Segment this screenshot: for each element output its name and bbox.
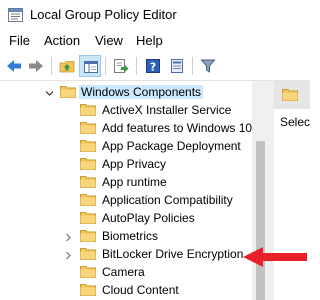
menu-help[interactable]: Help: [136, 33, 163, 48]
folder-icon: [80, 229, 96, 242]
tree-node-label: ActiveX Installer Service: [102, 103, 232, 117]
tree-node-label: AutoPlay Policies: [102, 211, 195, 225]
tree-node-windows-components[interactable]: Windows Components: [0, 83, 252, 101]
tree-node-item[interactable]: Application Compatibility: [0, 191, 252, 209]
show-hide-tree-icon: [84, 61, 98, 73]
show-hide-console-tree-button[interactable]: [79, 55, 101, 77]
folder-icon: [80, 121, 96, 134]
tree-node-label: App Privacy: [102, 157, 167, 171]
folder-icon: [80, 247, 96, 260]
back-button[interactable]: [3, 55, 25, 77]
filter-button[interactable]: [197, 55, 219, 77]
up-folder-icon: [59, 61, 75, 73]
folder-icon: [80, 193, 96, 206]
menu-file[interactable]: File: [9, 33, 30, 48]
export-list-icon: [114, 59, 129, 73]
folder-icon: [80, 103, 96, 116]
expand-chevron-icon[interactable]: [64, 249, 73, 260]
forward-arrow-icon: [29, 60, 43, 72]
annotation-arrow-icon: [243, 247, 307, 267]
tree-node-item[interactable]: BitLocker Drive Encryption: [0, 245, 252, 263]
folder-icon: [80, 157, 96, 170]
tree-node-label: Add features to Windows 10: [102, 121, 252, 135]
title-bar[interactable]: Local Group Policy Editor: [0, 0, 310, 30]
scrollbar-thumb[interactable]: [256, 141, 265, 300]
tree-node-label: Application Compatibility: [102, 193, 233, 207]
export-list-button[interactable]: [110, 55, 132, 77]
folder-icon: [282, 88, 298, 104]
details-instruction-text: Select: [280, 115, 310, 129]
folder-icon: [80, 175, 96, 188]
help-button[interactable]: ?: [142, 55, 164, 77]
properties-icon: [171, 59, 183, 73]
help-icon: ?: [146, 59, 160, 74]
tree-node-item[interactable]: App runtime: [0, 173, 252, 191]
window-title: Local Group Policy Editor: [30, 7, 177, 22]
forward-button[interactable]: [25, 55, 47, 77]
tree-node-label: BitLocker Drive Encryption: [102, 247, 244, 261]
details-header: [274, 81, 310, 109]
collapse-chevron-icon[interactable]: [45, 87, 54, 96]
tree-node-label: Biometrics: [102, 229, 159, 243]
toolbar-separator: [105, 57, 106, 75]
tree-node-label: Camera: [102, 265, 145, 279]
tree-node-item[interactable]: App Package Deployment: [0, 137, 252, 155]
toolbar-separator: [136, 57, 137, 75]
folder-icon: [80, 283, 96, 296]
tree-node-label: Windows Components: [79, 85, 204, 99]
tree-node-item[interactable]: Biometrics: [0, 227, 252, 245]
back-arrow-icon: [7, 60, 21, 72]
tree-node-label: Cloud Content: [102, 283, 179, 297]
tree-node-item[interactable]: Cloud Content: [0, 281, 252, 299]
tree-node-item[interactable]: Camera: [0, 263, 252, 281]
folder-icon: [60, 85, 76, 98]
console-tree[interactable]: Windows Components ActiveX Installer Ser…: [0, 81, 252, 300]
svg-text:?: ?: [150, 61, 156, 74]
tree-node-label: App Package Deployment: [102, 139, 241, 153]
properties-button[interactable]: [166, 55, 188, 77]
tree-node-item[interactable]: AutoPlay Policies: [0, 209, 252, 227]
toolbar-separator: [51, 57, 52, 75]
tree-node-item[interactable]: ActiveX Installer Service: [0, 101, 252, 119]
toolbar: ?: [0, 52, 310, 81]
up-one-level-button[interactable]: [56, 55, 78, 77]
toolbar-separator: [192, 57, 193, 75]
menu-view[interactable]: View: [95, 33, 123, 48]
folder-icon: [80, 139, 96, 152]
menu-action[interactable]: Action: [44, 33, 80, 48]
folder-icon: [80, 265, 96, 278]
tree-node-item[interactable]: Add features to Windows 10: [0, 119, 252, 137]
expand-chevron-icon[interactable]: [64, 231, 73, 242]
menu-bar: File Action View Help: [0, 30, 310, 52]
filter-icon: [200, 59, 216, 73]
policy-editor-app-icon: [8, 8, 23, 22]
tree-node-item[interactable]: App Privacy: [0, 155, 252, 173]
folder-icon: [80, 211, 96, 224]
tree-node-label: App runtime: [102, 175, 167, 189]
